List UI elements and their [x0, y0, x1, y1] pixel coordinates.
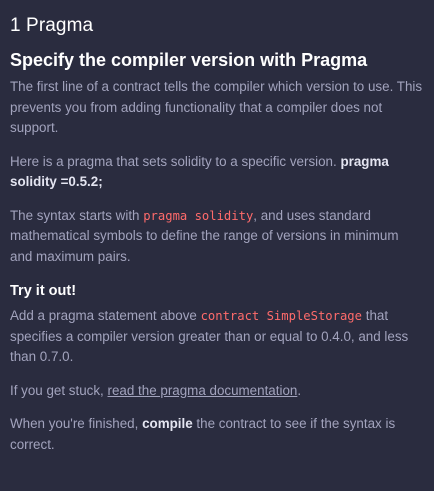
stuck-text-after: . — [297, 382, 302, 398]
stuck-text-before: If you get stuck, — [10, 382, 108, 398]
section-heading: Specify the compiler version with Pragma — [10, 50, 368, 70]
section-number-title: 1 Pragma — [10, 15, 94, 36]
pragma-example-paragraph: Here is a pragma that sets solidity to a… — [10, 152, 424, 193]
stuck-paragraph: If you get stuck, read the pragma docume… — [10, 381, 424, 402]
contract-code: contract SimpleStorage — [200, 309, 362, 323]
compile-keyword: compile — [142, 416, 193, 431]
syntax-text-before: The syntax starts with — [10, 207, 144, 223]
intro-paragraph: The first line of a contract tells the c… — [10, 79, 423, 135]
try-it-paragraph: Add a pragma statement above contract Si… — [10, 306, 424, 368]
pragma-example-text: Here is a pragma that sets solidity to a… — [10, 153, 341, 169]
try-it-heading: Try it out! — [10, 283, 77, 299]
pragma-solidity-code: pragma solidity — [143, 208, 254, 223]
finished-paragraph: When you're finished, compile the contra… — [10, 414, 424, 455]
try-it-text-before: Add a pragma statement above — [10, 308, 201, 323]
pragma-documentation-link[interactable]: read the pragma documentation — [108, 383, 298, 398]
tutorial-panel: 1 Pragma Specify the compiler version wi… — [0, 0, 434, 491]
finished-text-before: When you're finished, — [10, 416, 143, 431]
syntax-paragraph: The syntax starts with pragma solidity, … — [10, 206, 424, 268]
